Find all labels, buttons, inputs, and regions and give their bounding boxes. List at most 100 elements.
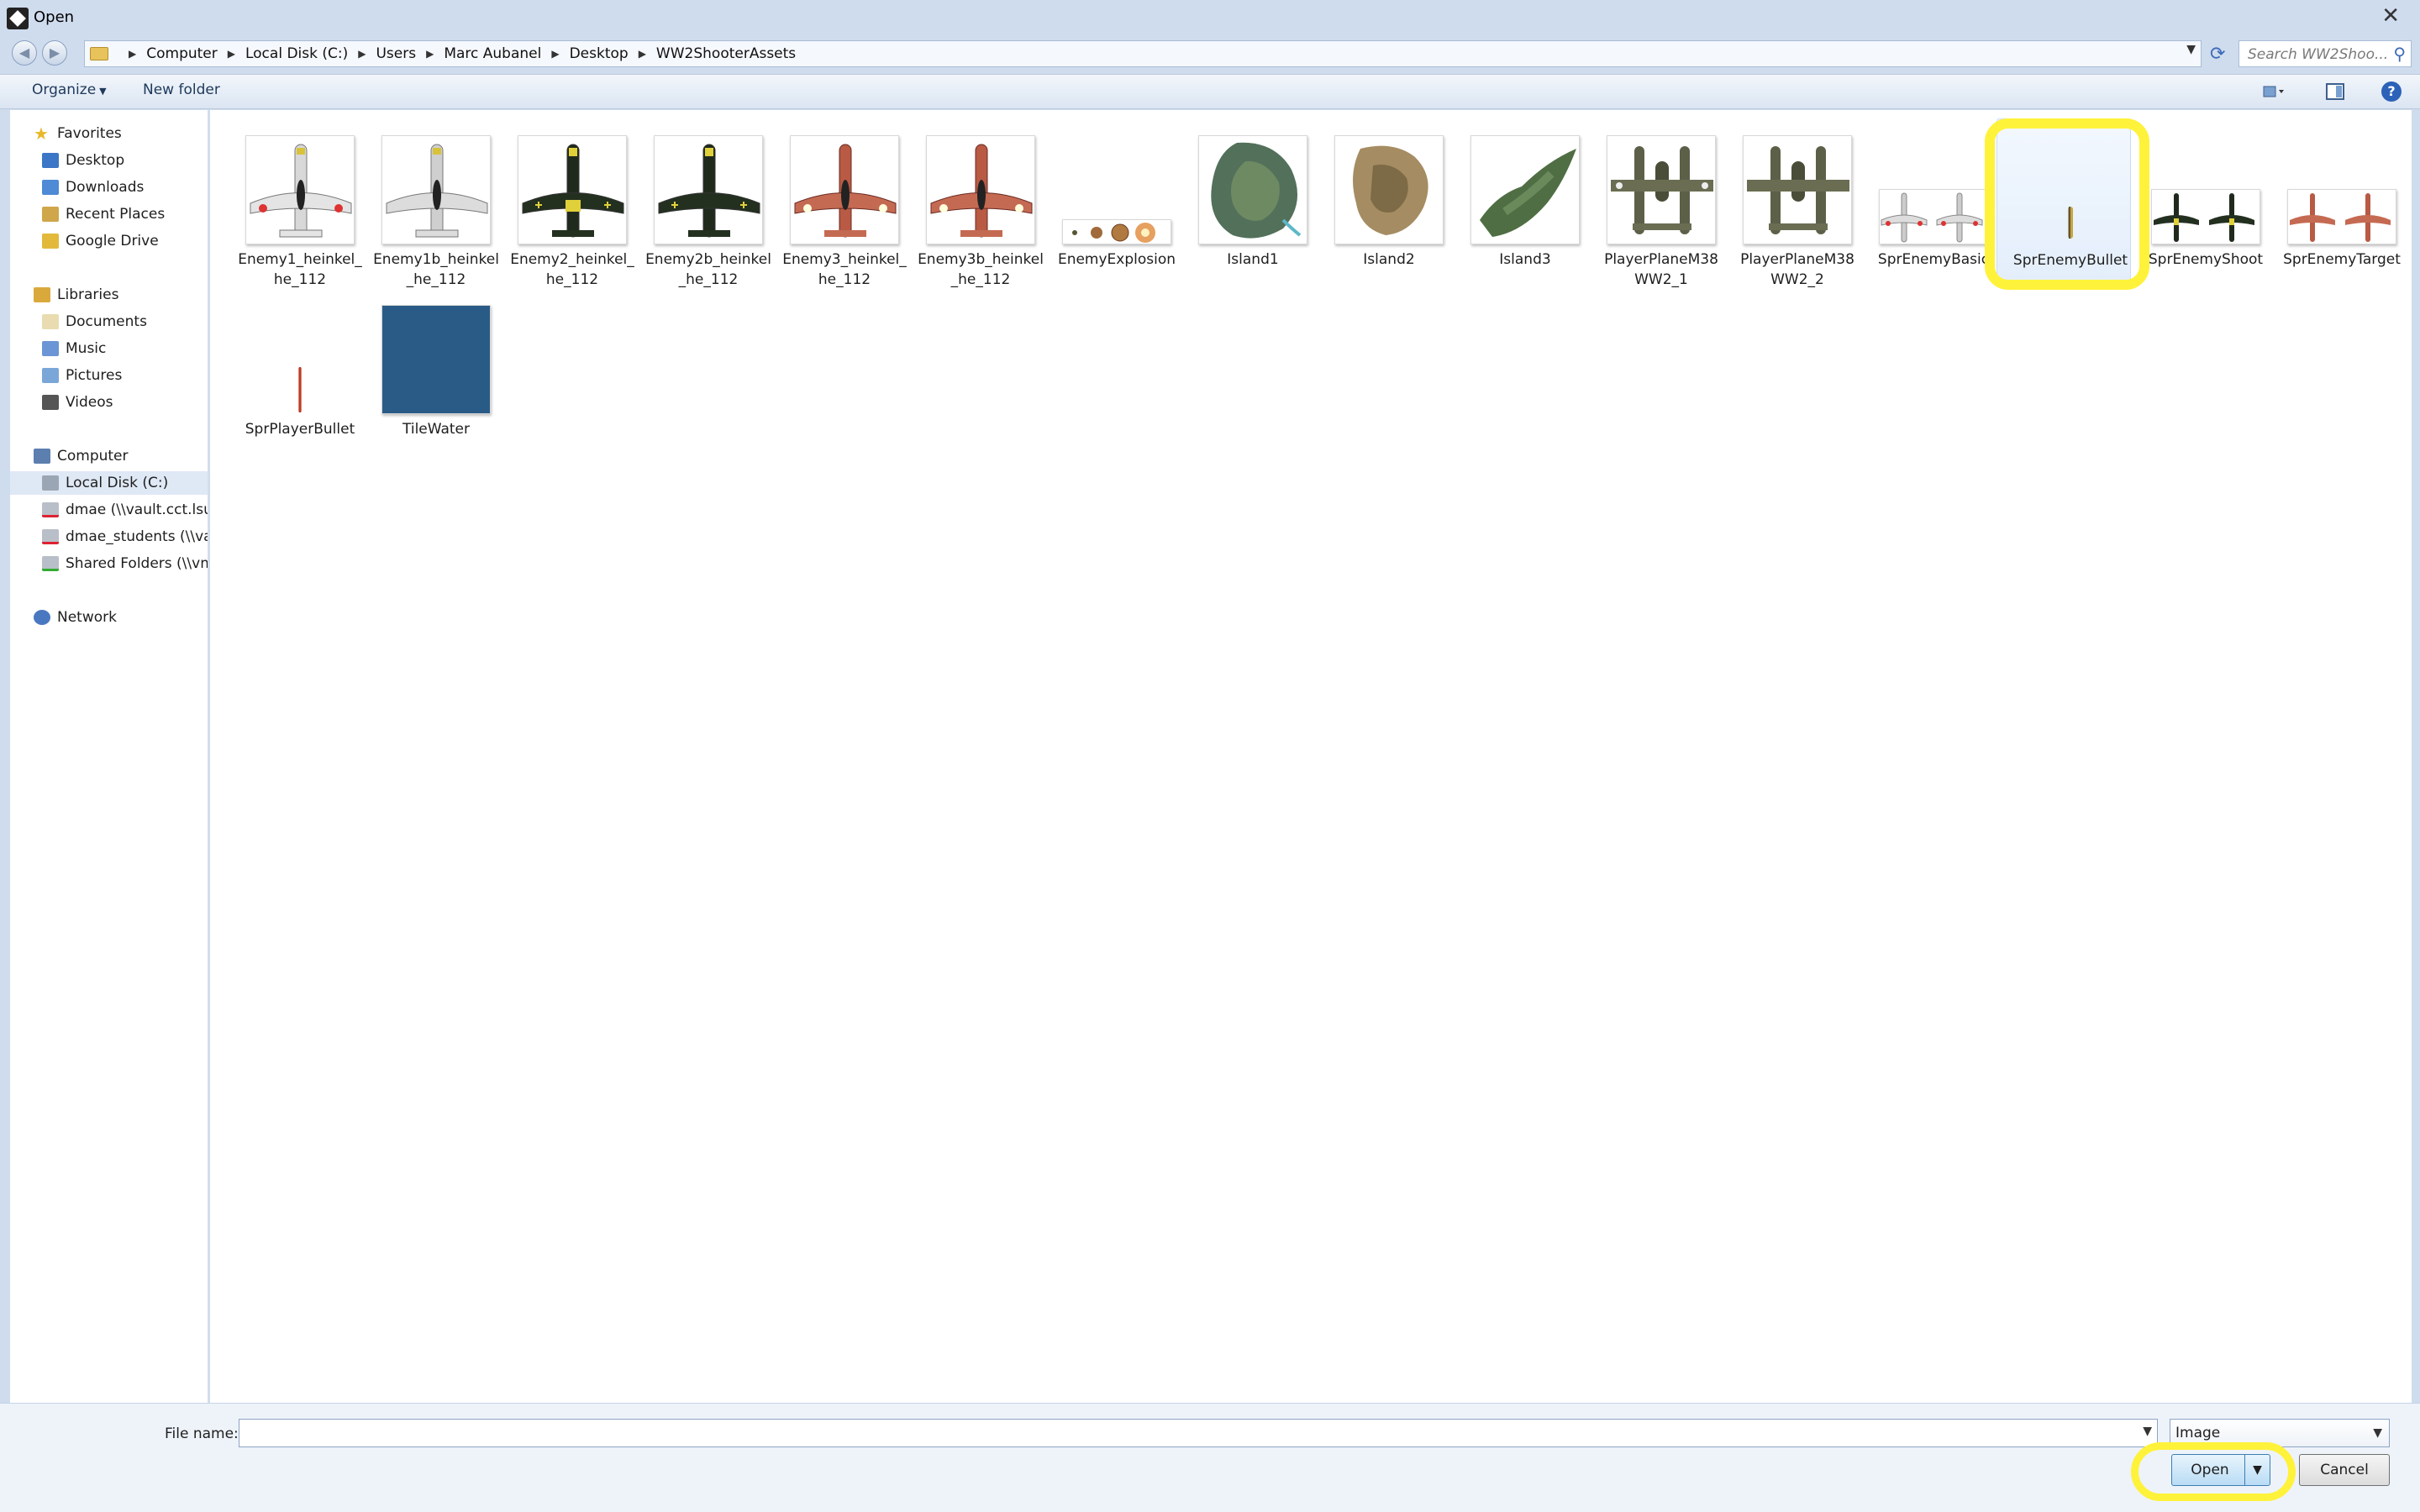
nav-favorites[interactable]: ★ Favorites	[34, 122, 122, 145]
nav-item-google-drive[interactable]: Google Drive	[42, 229, 159, 253]
breadcrumb-current-folder[interactable]: WW2ShooterAssets	[656, 45, 796, 62]
nav-item-music[interactable]: Music	[42, 337, 106, 360]
file-name: SprPlayerBullet	[245, 421, 355, 438]
new-folder-button[interactable]: New folder	[143, 81, 220, 98]
close-icon[interactable]: ✕	[2381, 3, 2400, 29]
chevron-right-icon[interactable]: ▶	[426, 48, 434, 60]
file-type-select[interactable]: Image ▼	[2170, 1419, 2390, 1447]
file-tile-enemy2b[interactable]: Enemy2b_heinkel _he_112	[635, 118, 771, 288]
help-icon[interactable]: ?	[2381, 81, 2402, 102]
file-name: PlayerPlaneM38 WW2_1	[1604, 251, 1718, 288]
network-icon	[34, 610, 50, 625]
thumbnail	[2287, 135, 2396, 244]
open-button-label: Open	[2191, 1462, 2229, 1478]
chevron-right-icon[interactable]: ▶	[639, 48, 646, 60]
nav-item-label: Desktop	[66, 152, 125, 169]
nav-item-label: Pictures	[66, 367, 123, 384]
command-toolbar: Organize ▼ New folder ?	[0, 74, 2420, 109]
nav-item-recent-places[interactable]: Recent Places	[42, 202, 165, 226]
file-tile-tile-water[interactable]: TileWater	[363, 288, 497, 456]
refresh-icon[interactable]: ⟳	[2210, 44, 2225, 65]
thumbnail	[1470, 135, 1580, 244]
file-tile-spr-enemy-bullet[interactable]: SprEnemyBullet	[1996, 118, 2131, 286]
file-name: SprEnemyTarget	[2283, 251, 2401, 268]
breadcrumb-computer[interactable]: Computer	[146, 45, 218, 62]
open-file-dialog: Open ✕ ◀ ▶ ▶ Computer ▶ Local Disk (C:) …	[0, 0, 2420, 1512]
file-tile-spr-enemy-shoot[interactable]: SprEnemyShoot	[2133, 118, 2267, 286]
open-button[interactable]: Open ▼	[2171, 1454, 2270, 1486]
open-split-dropdown-icon[interactable]: ▼	[2244, 1455, 2270, 1485]
pictures-icon	[42, 368, 59, 383]
nav-item-videos[interactable]: Videos	[42, 391, 113, 414]
view-options-icon[interactable]	[2262, 81, 2284, 102]
thumbnail	[245, 135, 355, 244]
breadcrumb-local-disk[interactable]: Local Disk (C:)	[245, 45, 348, 62]
search-icon[interactable]: ⚲	[2393, 44, 2406, 64]
file-tile-island2[interactable]: Island2	[1316, 118, 1450, 286]
desktop-icon	[42, 153, 59, 168]
file-tile-island1[interactable]: Island1	[1180, 118, 1314, 286]
breadcrumb-desktop[interactable]: Desktop	[570, 45, 629, 62]
nav-item-local-disk[interactable]: Local Disk (C:)	[10, 471, 208, 495]
organize-button[interactable]: Organize ▼	[32, 81, 107, 98]
file-tile-player-plane-2[interactable]: PlayerPlaneM38 WW2_2	[1724, 118, 1859, 288]
chevron-right-icon[interactable]: ▶	[228, 48, 235, 60]
search-box[interactable]: Search WW2Shoo... ⚲	[2238, 40, 2412, 67]
file-name: Island3	[1499, 251, 1551, 268]
thumbnail	[790, 135, 899, 244]
nav-item-shared-folders[interactable]: Shared Folders (\\vm	[42, 552, 208, 575]
chevron-right-icon[interactable]: ▶	[551, 48, 559, 60]
nav-item-documents[interactable]: Documents	[42, 310, 147, 333]
bottom-panel: File name: ▼ Image ▼ Open ▼ Cancel	[0, 1403, 2420, 1512]
chevron-right-icon[interactable]: ▶	[358, 48, 366, 60]
file-tile-spr-player-bullet[interactable]: SprPlayerBullet	[227, 288, 361, 456]
file-tile-spr-enemy-basic[interactable]: SprEnemyBasic	[1860, 118, 1995, 286]
file-tile-enemy1[interactable]: Enemy1_heinkel_ he_112	[227, 118, 362, 288]
downloads-icon	[42, 180, 59, 195]
chevron-down-icon[interactable]: ▼	[2143, 1425, 2152, 1438]
caret-down-icon: ▼	[99, 86, 107, 97]
nav-libraries[interactable]: Libraries	[34, 283, 118, 307]
nav-item-desktop[interactable]: Desktop	[42, 149, 124, 172]
nav-item-label: Music	[66, 340, 107, 357]
file-tile-spr-enemy-target[interactable]: SprEnemyTarget	[2269, 118, 2403, 286]
thumbnail	[1743, 135, 1852, 244]
thumbnail	[1062, 135, 1171, 244]
forward-button[interactable]: ▶	[42, 40, 67, 66]
google-drive-icon	[42, 234, 59, 249]
file-name: Island2	[1363, 251, 1415, 268]
nav-network[interactable]: Network	[34, 606, 117, 629]
file-name-input[interactable]: ▼	[239, 1419, 2158, 1447]
music-icon	[42, 341, 59, 356]
file-tile-enemy2[interactable]: Enemy2_heinkel_ he_112	[499, 118, 634, 288]
thumbnail	[926, 135, 1035, 244]
chevron-down-icon[interactable]: ▼	[2186, 43, 2196, 56]
file-name: EnemyExplosion	[1057, 251, 1176, 268]
file-name: Island1	[1227, 251, 1279, 268]
thumbnail	[381, 135, 491, 244]
thumbnail	[1607, 135, 1716, 244]
nav-item-label: Google Drive	[66, 233, 159, 249]
breadcrumb-users[interactable]: Users	[376, 45, 416, 62]
search-input[interactable]: Search WW2Shoo...	[2248, 46, 2388, 63]
address-bar[interactable]: ▶ Computer ▶ Local Disk (C:) ▶ Users ▶ M…	[84, 40, 2202, 67]
file-tile-enemy-explosion[interactable]: EnemyExplosion	[1044, 118, 1178, 286]
nav-computer[interactable]: Computer	[34, 444, 129, 468]
file-name: Enemy2_heinkel_ he_112	[510, 251, 634, 288]
file-tile-player-plane-1[interactable]: PlayerPlaneM38 WW2_1	[1588, 118, 1723, 288]
file-tile-enemy3[interactable]: Enemy3_heinkel_ he_112	[771, 118, 907, 288]
nav-item-dmae[interactable]: dmae (\\vault.cct.lsu.e	[42, 498, 208, 522]
nav-item-dmae-students[interactable]: dmae_students (\\vau	[42, 525, 208, 549]
nav-item-downloads[interactable]: Downloads	[42, 176, 144, 199]
nav-item-pictures[interactable]: Pictures	[42, 364, 122, 387]
thumbnail	[2151, 135, 2260, 244]
breadcrumb-user[interactable]: Marc Aubanel	[444, 45, 541, 62]
nav-item-label: Downloads	[66, 179, 145, 196]
file-tile-enemy1b[interactable]: Enemy1b_heinkel _he_112	[363, 118, 499, 288]
cancel-button[interactable]: Cancel	[2299, 1454, 2390, 1486]
back-button[interactable]: ◀	[12, 40, 37, 66]
file-tile-island3[interactable]: Island3	[1452, 118, 1586, 286]
thumbnail	[654, 135, 763, 244]
preview-pane-icon[interactable]	[2324, 81, 2346, 102]
file-tile-enemy3b[interactable]: Enemy3b_heinkel _he_112	[908, 118, 1044, 288]
